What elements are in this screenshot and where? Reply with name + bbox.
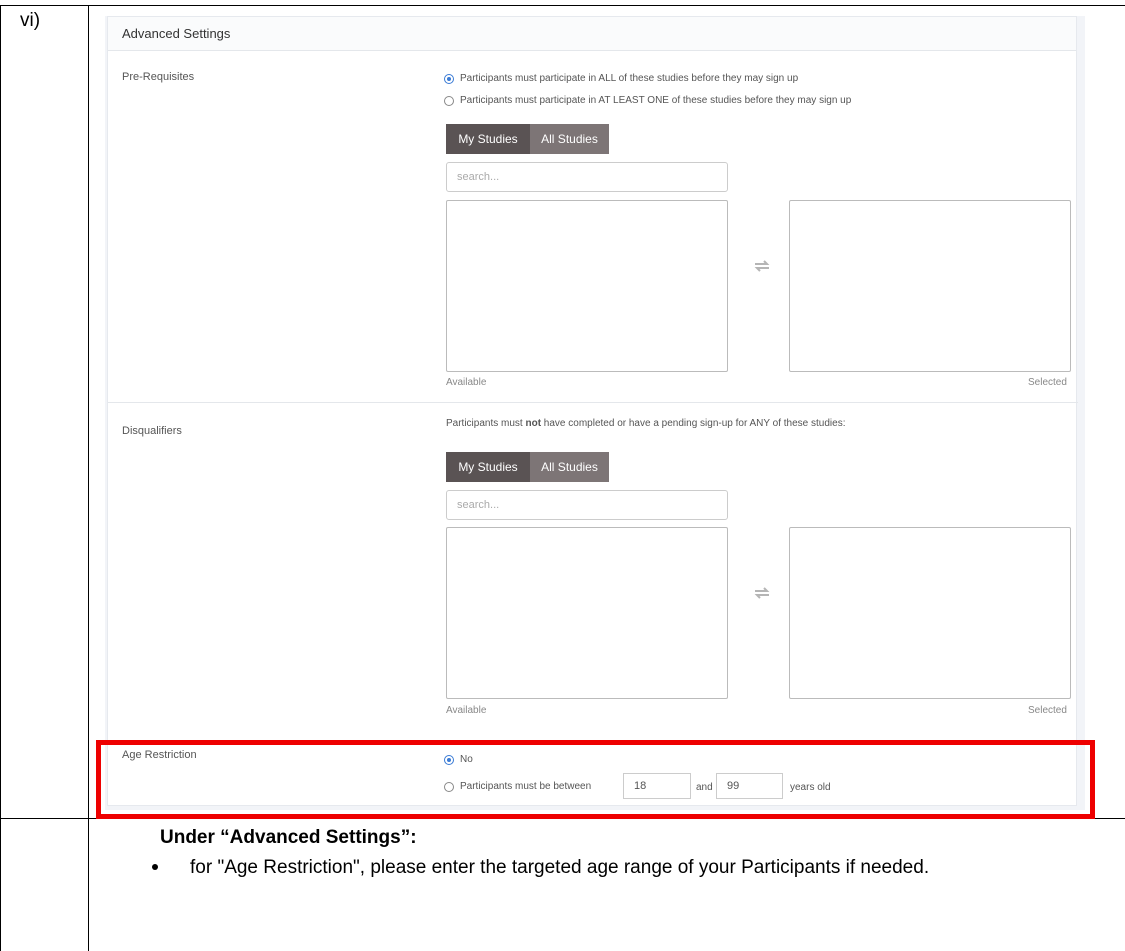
prereq-option-at-least-one-label: Participants must participate in AT LEAS… xyxy=(460,95,852,106)
disqualifiers-description-end: have completed or have a pending sign-up… xyxy=(541,418,846,429)
disqualifiers-description-emphasis: not xyxy=(525,418,542,429)
disq-selected-list[interactable] xyxy=(789,527,1071,699)
swap-arrows-icon[interactable] xyxy=(752,259,772,273)
section-divider xyxy=(108,402,1078,403)
prereq-search-input[interactable] xyxy=(446,162,728,192)
table-top-border xyxy=(0,5,1125,6)
prereq-study-tabs: My Studies All Studies xyxy=(446,124,609,154)
tab-all-studies[interactable]: All Studies xyxy=(530,124,609,154)
disq-available-caption: Available xyxy=(446,705,487,716)
prereq-available-caption: Available xyxy=(446,377,487,388)
tab-my-studies[interactable]: My Studies xyxy=(446,124,530,154)
disq-study-tabs: My Studies All Studies xyxy=(446,452,609,482)
panel-header: Advanced Settings xyxy=(108,17,1076,51)
instructions-title: Under “Advanced Settings”: xyxy=(160,827,417,848)
disq-selected-caption: Selected xyxy=(1028,705,1067,716)
prerequisites-label: Pre-Requisites xyxy=(122,71,195,83)
step-label: vi) xyxy=(20,10,41,31)
disqualifiers-description: Participants must not have completed or … xyxy=(446,418,845,429)
disq-available-list[interactable] xyxy=(446,527,728,699)
radio-unchecked[interactable] xyxy=(444,95,454,106)
disqualifiers-label: Disqualifiers xyxy=(122,425,182,437)
tab-all-studies[interactable]: All Studies xyxy=(530,452,609,482)
prereq-option-all[interactable]: Participants must participate in ALL of … xyxy=(444,73,798,84)
instructions-bullet: for "Age Restriction", please enter the … xyxy=(190,857,930,878)
advanced-settings-screenshot: Advanced Settings Pre-Requisites Partici… xyxy=(105,16,1085,810)
table-column-divider xyxy=(88,5,89,951)
prereq-selected-caption: Selected xyxy=(1028,377,1067,388)
prereq-option-at-least-one[interactable]: Participants must participate in AT LEAS… xyxy=(444,95,851,106)
prereq-selected-list[interactable] xyxy=(789,200,1071,372)
prereq-option-all-label: Participants must participate in ALL of … xyxy=(460,73,799,84)
table-left-border xyxy=(0,5,1,951)
swap-arrows-icon[interactable] xyxy=(752,586,772,600)
disqualifiers-description-start: Participants must xyxy=(446,418,526,429)
radio-checked[interactable] xyxy=(444,73,454,84)
disq-search-input[interactable] xyxy=(446,490,728,520)
tab-my-studies[interactable]: My Studies xyxy=(446,452,530,482)
bullet-icon xyxy=(152,864,158,870)
prereq-available-list[interactable] xyxy=(446,200,728,372)
panel-title: Advanced Settings xyxy=(122,26,231,41)
age-restriction-highlight xyxy=(96,740,1095,819)
advanced-settings-panel: Advanced Settings Pre-Requisites Partici… xyxy=(107,16,1078,806)
